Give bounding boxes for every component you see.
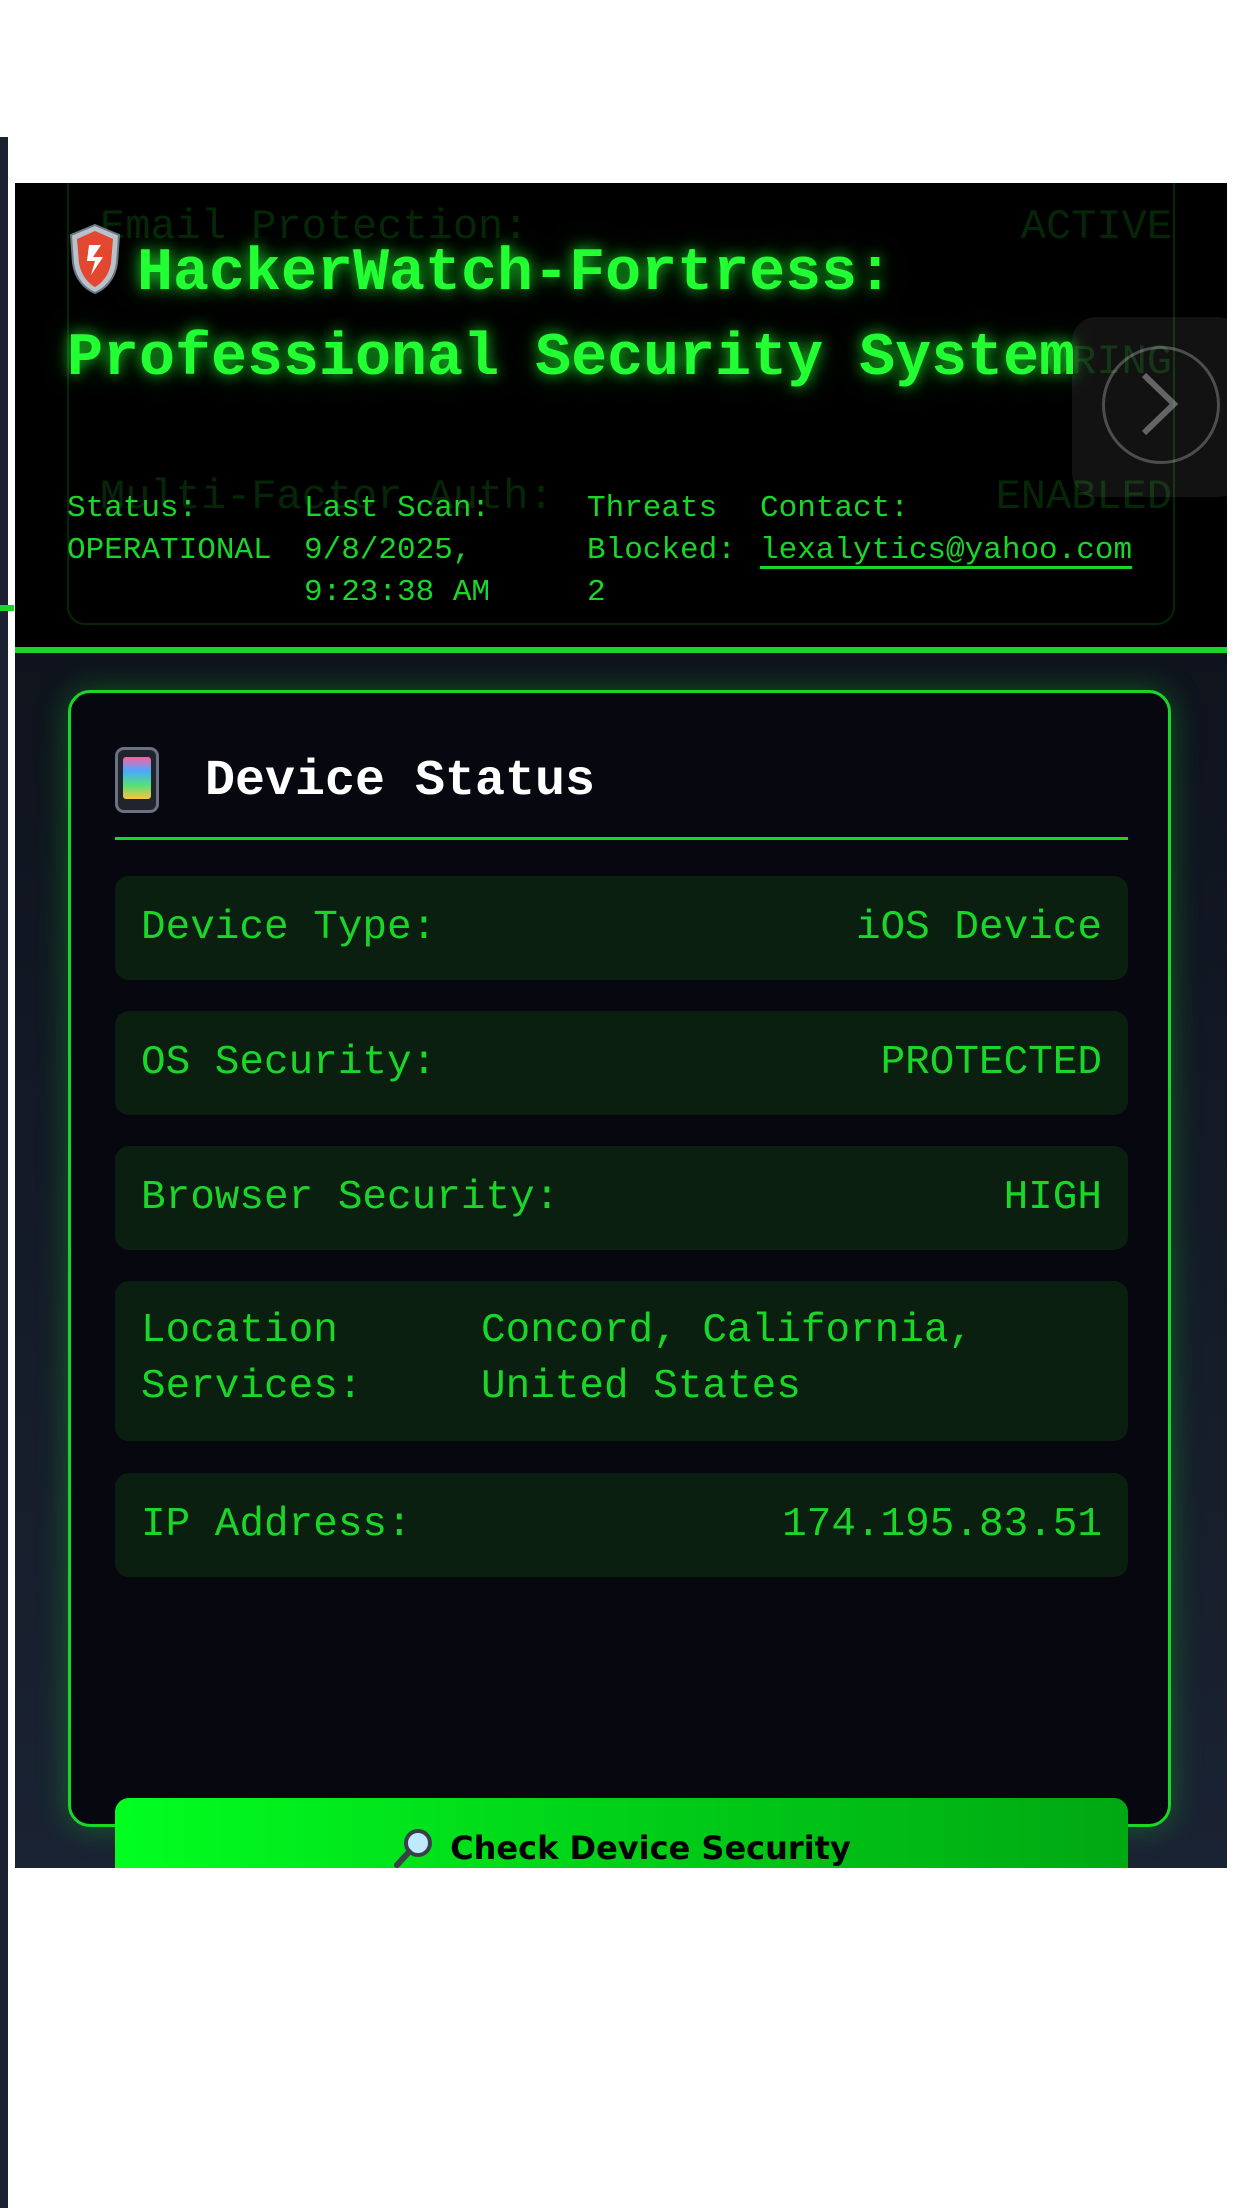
status-info: Status: OPERATIONAL xyxy=(67,488,302,572)
shield-icon xyxy=(69,223,121,295)
location-services-value: Concord, California, United States xyxy=(481,1308,974,1410)
device-type-value: iOS Device xyxy=(855,905,1102,951)
last-scan-time: 9:23:38 AM xyxy=(304,575,491,610)
device-type-row: Device Type: iOS Device xyxy=(115,876,1128,980)
device-status-header: Device Status xyxy=(115,745,1128,840)
location-services-label: Location Services: xyxy=(141,1308,363,1410)
browser-security-row: Browser Security: HIGH xyxy=(115,1146,1128,1250)
location-services-row: Location Services: Concord, California, … xyxy=(115,1281,1128,1441)
left-rail xyxy=(0,137,8,2208)
threats-value: 2 xyxy=(587,575,606,610)
check-device-security-button[interactable]: Check Device Security xyxy=(115,1798,1128,1868)
last-scan-label: Last Scan: xyxy=(304,491,491,526)
ip-address-label: IP Address: xyxy=(141,1502,412,1548)
status-label: Status: xyxy=(67,491,198,526)
status-value: OPERATIONAL xyxy=(67,533,272,568)
browser-security-value: HIGH xyxy=(1003,1175,1102,1221)
contact-info: Contact: lexalytics@yahoo.com xyxy=(760,488,1180,572)
check-device-security-label: Check Device Security xyxy=(450,1829,851,1867)
magnifying-glass-icon xyxy=(394,1829,433,1868)
header: Email Protection: ACTIVE ORING Multi-Fac… xyxy=(15,183,1227,653)
app-frame: Email Protection: ACTIVE ORING Multi-Fac… xyxy=(15,183,1227,1868)
os-security-label: OS Security: xyxy=(141,1040,437,1086)
ip-address-row: IP Address: 174.195.83.51 xyxy=(115,1473,1128,1577)
contact-email-link[interactable]: lexalytics@yahoo.com xyxy=(760,530,1180,572)
last-scan-info: Last Scan: 9/8/2025, 9:23:38 AM xyxy=(304,488,584,614)
threats-info: Threats Blocked: 2 xyxy=(587,488,762,614)
os-security-row: OS Security: PROTECTED xyxy=(115,1011,1128,1115)
threats-label: Threats xyxy=(587,491,718,526)
page-title-text: HackerWatch-Fortress: Professional Secur… xyxy=(67,240,1076,393)
chevron-right-icon xyxy=(1141,372,1179,436)
threats-label-second-line: Blocked: xyxy=(587,533,736,568)
next-slide-button[interactable] xyxy=(1072,317,1227,497)
os-security-value: PROTECTED xyxy=(880,1040,1102,1086)
browser-security-label: Browser Security: xyxy=(141,1175,560,1221)
last-scan-date: 9/8/2025, xyxy=(304,533,472,568)
device-status-card: Device Status Device Type: iOS Device OS… xyxy=(68,690,1171,1868)
left-rail-accent xyxy=(0,605,14,611)
device-status-title: Device Status xyxy=(205,753,596,810)
page-title: HackerWatch-Fortress: Professional Secur… xyxy=(67,223,1167,402)
device-type-label: Device Type: xyxy=(141,905,437,951)
ip-address-value: 174.195.83.51 xyxy=(782,1502,1102,1548)
mobile-phone-icon xyxy=(115,747,159,813)
